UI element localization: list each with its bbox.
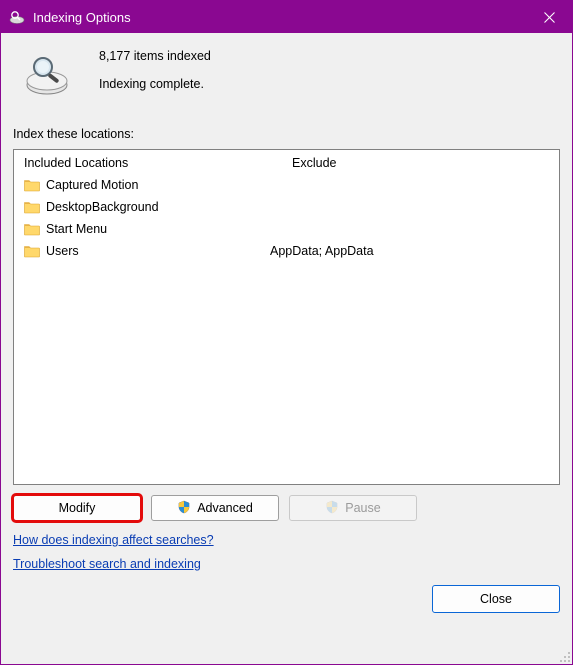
link-how-indexing[interactable]: How does indexing affect searches? xyxy=(13,533,214,547)
list-item[interactable]: DesktopBackground xyxy=(24,196,549,218)
indexing-options-window: Indexing Options 8,177 items indexed xyxy=(0,0,573,665)
locations-label: Index these locations: xyxy=(13,127,560,141)
close-label: Close xyxy=(480,592,512,606)
folder-icon xyxy=(24,178,40,192)
pause-label: Pause xyxy=(345,501,380,515)
folder-icon xyxy=(24,200,40,214)
close-icon[interactable] xyxy=(526,1,572,33)
column-headers: Included Locations Exclude xyxy=(14,150,559,174)
list-item[interactable]: Users AppData; AppData xyxy=(24,240,549,262)
magnifier-drive-icon xyxy=(23,49,71,97)
close-button[interactable]: Close xyxy=(432,585,560,613)
column-exclude[interactable]: Exclude xyxy=(292,156,549,170)
location-exclude: AppData; AppData xyxy=(270,244,549,258)
titlebar: Indexing Options xyxy=(1,1,572,33)
status-text: 8,177 items indexed Indexing complete. xyxy=(99,49,211,91)
button-row: Modify Advanced xyxy=(13,495,560,521)
column-included[interactable]: Included Locations xyxy=(24,156,292,170)
indexing-app-icon xyxy=(9,9,25,25)
dialog-footer: Close xyxy=(13,585,560,613)
location-name: Captured Motion xyxy=(46,178,138,192)
modify-label: Modify xyxy=(59,501,96,515)
folder-icon xyxy=(24,222,40,236)
advanced-label: Advanced xyxy=(197,501,253,515)
link-troubleshoot[interactable]: Troubleshoot search and indexing xyxy=(13,557,201,571)
locations-body: Captured Motion DesktopBackground Start … xyxy=(14,174,559,484)
indexed-count: 8,177 items indexed xyxy=(99,49,211,63)
indexing-state: Indexing complete. xyxy=(99,77,211,91)
locations-listview[interactable]: Included Locations Exclude Captured Moti… xyxy=(13,149,560,485)
location-name: Users xyxy=(46,244,79,258)
resize-grip[interactable] xyxy=(559,651,571,663)
list-item[interactable]: Start Menu xyxy=(24,218,549,240)
folder-icon xyxy=(24,244,40,258)
shield-icon xyxy=(177,500,191,517)
list-item[interactable]: Captured Motion xyxy=(24,174,549,196)
advanced-button[interactable]: Advanced xyxy=(151,495,279,521)
location-name: Start Menu xyxy=(46,222,107,236)
status-row: 8,177 items indexed Indexing complete. xyxy=(13,45,560,127)
modify-button[interactable]: Modify xyxy=(13,495,141,521)
window-title: Indexing Options xyxy=(33,10,526,25)
dialog-content: 8,177 items indexed Indexing complete. I… xyxy=(1,33,572,625)
help-links: How does indexing affect searches? Troub… xyxy=(13,533,560,581)
shield-icon xyxy=(325,500,339,517)
pause-button: Pause xyxy=(289,495,417,521)
location-name: DesktopBackground xyxy=(46,200,159,214)
